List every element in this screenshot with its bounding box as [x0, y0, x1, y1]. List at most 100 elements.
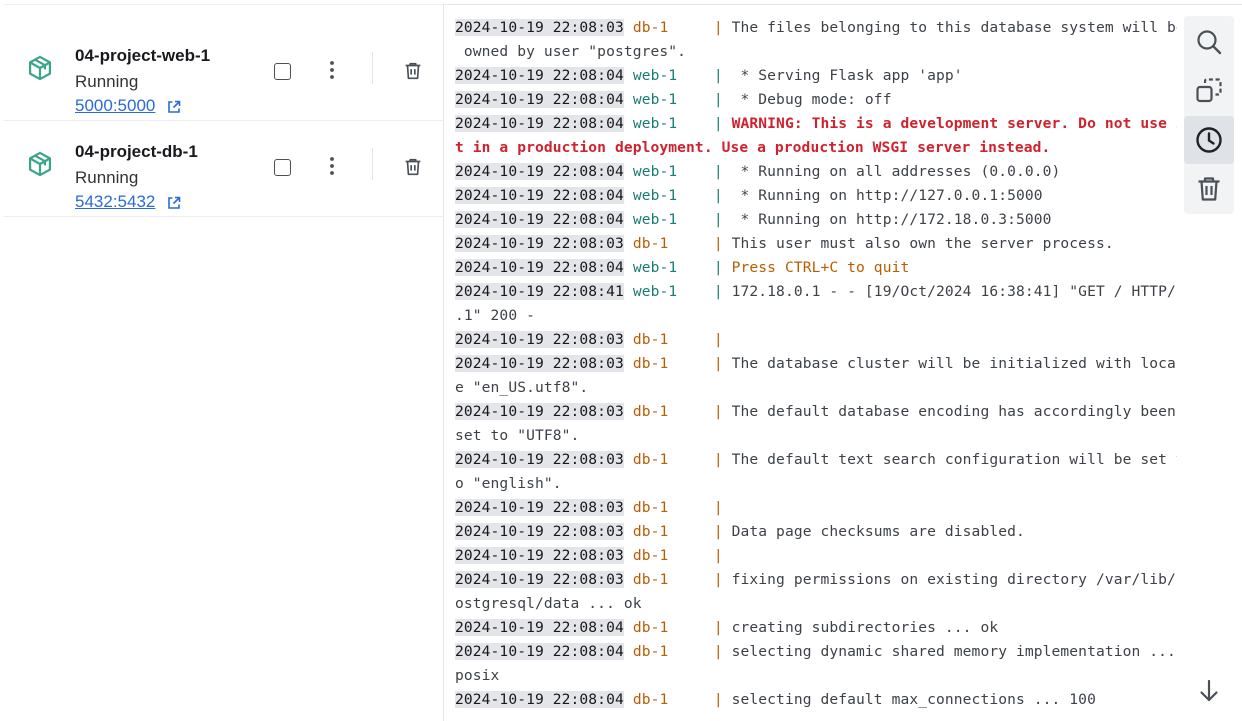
log-message: Press CTRL+C to quit [731, 259, 910, 276]
log-service: web-1 [632, 259, 678, 276]
log-line: 2024-10-19 22:08:04 web-1 | * Debug mode: … [455, 88, 1177, 112]
log-line: 2024-10-19 22:08:03 db-1 | Data page check… [455, 520, 1177, 544]
log-service: db-1 [632, 451, 669, 468]
container-name[interactable]: 04-project-db-1 [75, 142, 198, 162]
search-button[interactable] [1184, 18, 1234, 66]
log-separator: | [713, 691, 732, 708]
log-line-continuation: owned by user "postgres". [455, 43, 687, 60]
log-line: 2024-10-19 22:08:03 db-1 | fixing permissi… [455, 568, 1177, 592]
log-separator: | [713, 571, 732, 588]
log-line-continuation: t in a production deployment. Use a prod… [455, 139, 1051, 156]
log-timestamp: 2024-10-19 22:08:04 [455, 211, 624, 228]
container-list: 04-project-web-1 Running 5000:5000 04-pr… [0, 0, 443, 720]
select-checkbox[interactable] [274, 63, 291, 80]
log-service: db-1 [632, 691, 669, 708]
list-top-divider [4, 4, 443, 5]
log-line: 2024-10-19 22:08:04 web-1 | * Running on h… [455, 208, 1177, 232]
log-message: 172.18.0.1 - - [19/Oct/2024 16:38:41] "G… [731, 283, 1177, 300]
log-timestamp: 2024-10-19 22:08:03 [455, 403, 624, 420]
delete-icon[interactable] [402, 156, 424, 178]
log-line-continuation: set to "UTF8". [455, 427, 580, 444]
log-line: 2024-10-19 22:08:04 web-1 | WARNING: This … [455, 112, 1177, 136]
log-service: db-1 [632, 499, 669, 516]
container-status: Running [75, 168, 139, 187]
log-service: db-1 [632, 571, 669, 588]
log-timestamp: 2024-10-19 22:08:03 [455, 547, 624, 564]
log-message: fixing permissions on existing directory… [731, 571, 1177, 588]
log-separator: | [713, 403, 732, 420]
log-separator: | [713, 355, 732, 372]
log-timestamp: 2024-10-19 22:08:04 [455, 691, 624, 708]
more-options-icon[interactable] [322, 58, 342, 82]
timestamps-toggle[interactable] [1184, 116, 1234, 164]
log-timestamp: 2024-10-19 22:08:03 [455, 235, 624, 252]
log-toolbar [1184, 16, 1234, 214]
copy-button[interactable] [1184, 67, 1234, 115]
log-message: The default text search configuration wi… [731, 451, 1177, 468]
log-message: selecting default max_connections ... 10… [731, 691, 1096, 708]
log-timestamp: 2024-10-19 22:08:03 [455, 499, 624, 516]
scroll-to-bottom-icon[interactable] [1196, 678, 1222, 704]
log-timestamp: 2024-10-19 22:08:41 [455, 283, 624, 300]
log-separator: | [713, 451, 732, 468]
log-message: * Running on all addresses (0.0.0.0) [731, 163, 1061, 180]
log-message: selecting dynamic shared memory implemen… [731, 643, 1176, 660]
select-checkbox[interactable] [274, 159, 291, 176]
log-line: 2024-10-19 22:08:41 web-1 | 172.18.0.1 - -… [455, 280, 1177, 304]
delete-icon[interactable] [402, 60, 424, 82]
log-separator: | [713, 283, 732, 300]
log-timestamp: 2024-10-19 22:08:04 [455, 115, 624, 132]
log-timestamp: 2024-10-19 22:08:04 [455, 91, 624, 108]
trash-icon [1198, 177, 1220, 201]
log-separator: | [713, 67, 732, 84]
log-service: web-1 [632, 187, 678, 204]
log-service: web-1 [632, 67, 678, 84]
log-separator: | [713, 331, 723, 348]
container-name[interactable]: 04-project-web-1 [75, 46, 210, 66]
log-line: 2024-10-19 22:08:03 db-1 | The files belon… [455, 16, 1177, 40]
log-service: db-1 [632, 523, 669, 540]
port-link[interactable]: 5432:5432 [75, 192, 155, 212]
log-service: web-1 [632, 283, 678, 300]
log-timestamp: 2024-10-19 22:08:04 [455, 187, 624, 204]
log-message: Data page checksums are disabled. [731, 523, 1025, 540]
log-service: db-1 [632, 403, 669, 420]
container-status: Running [75, 72, 139, 91]
log-line-continuation: ostgresql/data ... ok [455, 595, 642, 612]
port-link[interactable]: 5000:5000 [75, 96, 155, 116]
clear-logs-button[interactable] [1184, 165, 1234, 213]
log-service: db-1 [632, 235, 669, 252]
log-line: 2024-10-19 22:08:04 web-1 | * Running on a… [455, 160, 1177, 184]
log-separator: | [713, 19, 732, 36]
log-line: 2024-10-19 22:08:03 db-1 | [455, 328, 1177, 352]
log-separator: | [713, 523, 732, 540]
log-message: The files belonging to this database sys… [731, 19, 1177, 36]
log-line: 2024-10-19 22:08:03 db-1 | [455, 544, 1177, 568]
log-viewer[interactable]: 2024-10-19 22:08:03 db-1 | The files belon… [443, 4, 1242, 721]
more-options-icon[interactable] [322, 154, 342, 178]
log-message: WARNING: This is a development server. D… [731, 115, 1177, 132]
log-message: This user must also own the server proce… [731, 235, 1114, 252]
log-line: 2024-10-19 22:08:03 db-1 | The default dat… [455, 400, 1177, 424]
log-separator: | [713, 91, 732, 108]
external-link-icon[interactable] [166, 99, 182, 115]
log-message: * Running on http://127.0.0.1:5000 [731, 187, 1043, 204]
log-timestamp: 2024-10-19 22:08:03 [455, 571, 624, 588]
log-line: 2024-10-19 22:08:04 web-1 | * Serving Flas… [455, 64, 1177, 88]
log-separator: | [713, 499, 723, 516]
log-timestamp: 2024-10-19 22:08:03 [455, 523, 624, 540]
container-row-db[interactable]: 04-project-db-1 Running 5432:5432 [4, 120, 443, 217]
container-row-web[interactable]: 04-project-web-1 Running 5000:5000 [4, 24, 443, 121]
log-timestamp: 2024-10-19 22:08:04 [455, 259, 624, 276]
external-link-icon[interactable] [166, 195, 182, 211]
log-line-continuation: .1" 200 - [455, 307, 535, 324]
log-message: * Serving Flask app 'app' [731, 67, 963, 84]
log-service: web-1 [632, 163, 678, 180]
log-lines: 2024-10-19 22:08:03 db-1 | The files belon… [455, 16, 1177, 712]
action-divider [372, 52, 373, 84]
log-message: * Running on http://172.18.0.3:5000 [731, 211, 1052, 228]
log-service: db-1 [632, 619, 669, 636]
log-separator: | [713, 115, 732, 132]
log-timestamp: 2024-10-19 22:08:04 [455, 643, 624, 660]
log-line: 2024-10-19 22:08:04 db-1 | selecting dynam… [455, 640, 1177, 664]
